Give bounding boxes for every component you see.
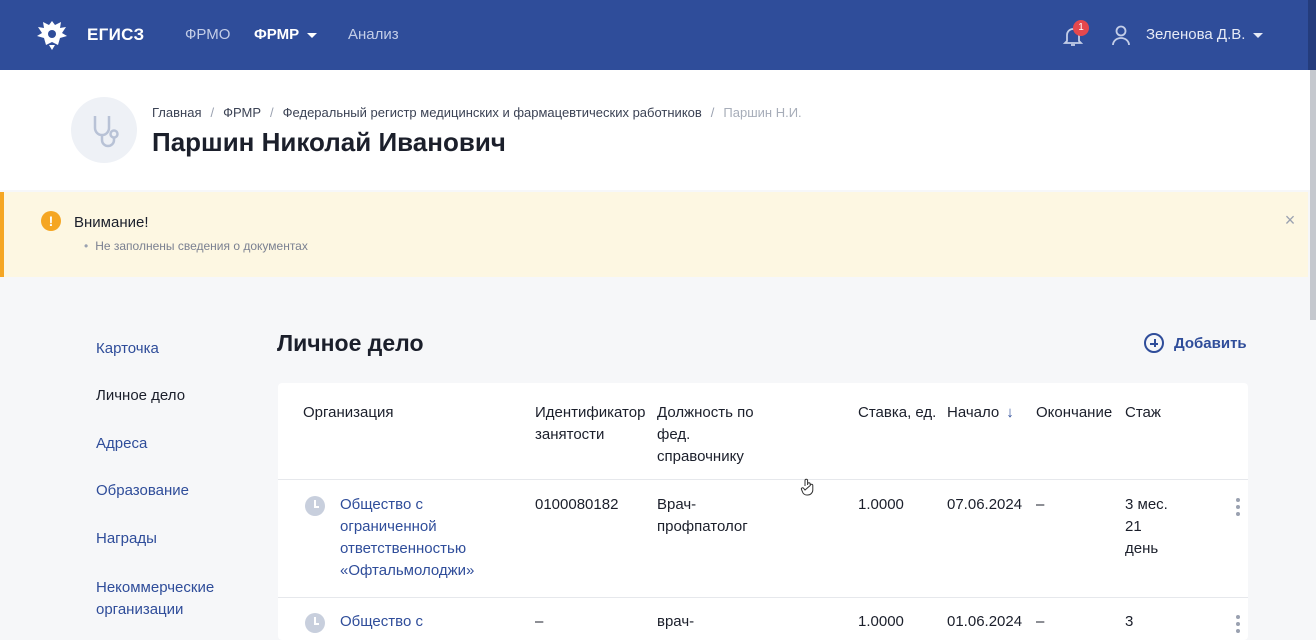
column-header-start[interactable]: Начало ↓ <box>947 402 1037 424</box>
breadcrumb-frmr[interactable]: ФРМР <box>223 105 261 120</box>
warning-item: Не заполнены сведения о документах <box>84 239 308 253</box>
page-header: Главная / ФРМР / Федеральный регистр медицин… <box>0 70 1310 190</box>
breadcrumb-separator: / <box>270 105 274 120</box>
breadcrumb-separator: / <box>710 105 715 120</box>
hand-cursor-icon <box>800 478 814 496</box>
organization-link[interactable]: Общество с ограниченной ответственностью… <box>340 494 515 582</box>
eagle-emblem-icon[interactable] <box>34 17 70 53</box>
warning-title: Внимание! <box>74 214 149 231</box>
column-header-employment-id[interactable]: Идентификатор занятости <box>535 402 655 446</box>
brand-title[interactable]: ЕГИСЗ <box>87 25 144 45</box>
column-header-rate[interactable]: Ставка, ед. <box>858 402 948 424</box>
start-date: 01.06.2024 <box>947 613 1023 630</box>
sidebar-item-addresses[interactable]: Адреса <box>96 435 147 452</box>
user-name-label: Зеленова Д.В. <box>1146 26 1246 43</box>
chevron-down-icon <box>1253 32 1264 38</box>
sidebar-item-nonprofit[interactable]: Некоммерческие организации <box>96 577 246 621</box>
personal-file-table: Организация Идентификатор занятости Долж… <box>278 383 1248 640</box>
user-menu[interactable]: Зеленова Д.В. <box>1146 26 1264 43</box>
nav-frmo[interactable]: ФРМО <box>185 26 230 43</box>
experience: 3 <box>1125 613 1134 630</box>
user-icon[interactable] <box>1110 24 1132 46</box>
sidebar-item-awards[interactable]: Награды <box>96 530 157 547</box>
row-divider <box>278 479 1248 480</box>
rate: 1.0000 <box>858 613 904 630</box>
exclamation-icon: ! <box>41 211 61 231</box>
nav-frmr-label: ФРМР <box>254 26 300 43</box>
breadcrumb-separator: / <box>210 105 215 120</box>
clock-icon <box>305 613 325 633</box>
clock-icon <box>305 496 325 516</box>
column-header-organization[interactable]: Организация <box>303 402 503 424</box>
breadcrumb: Главная / ФРМР / Федеральный регистр медицин… <box>152 105 802 120</box>
organization-link[interactable]: Общество с <box>340 611 515 633</box>
sidebar-item-card[interactable]: Карточка <box>96 340 159 357</box>
breadcrumb-registry[interactable]: Федеральный регистр медицинских и фармац… <box>283 105 702 120</box>
arrow-down-icon: ↓ <box>1006 404 1014 421</box>
column-header-position[interactable]: Должность по фед. справочнику <box>657 402 777 468</box>
breadcrumb-current: Паршин Н.И. <box>723 105 802 120</box>
column-header-start-label: Начало <box>947 404 1000 421</box>
section-title: Личное дело <box>277 330 424 356</box>
nav-frmr[interactable]: ФРМР <box>254 26 318 43</box>
rate: 1.0000 <box>858 496 904 513</box>
warning-banner: ! Внимание! Не заполнены сведения о доку… <box>0 192 1308 277</box>
sidebar-item-education[interactable]: Образование <box>96 482 189 499</box>
plus-circle-icon <box>1144 333 1164 353</box>
stethoscope-icon <box>93 116 119 148</box>
employment-id: 0100080182 <box>535 496 619 513</box>
more-vertical-icon[interactable] <box>1236 615 1240 633</box>
close-icon[interactable]: × <box>1282 211 1298 229</box>
avatar <box>71 97 137 163</box>
page-title: Паршин Николай Иванович <box>152 127 506 157</box>
add-button[interactable]: Добавить <box>1144 332 1247 354</box>
experience: 3 мес. 21 день <box>1125 496 1168 557</box>
end-date: – <box>1036 496 1045 513</box>
sidebar-item-personal-file[interactable]: Личное дело <box>96 387 185 404</box>
row-divider <box>278 597 1248 598</box>
scrollbar-thumb[interactable] <box>1310 70 1316 320</box>
start-date: 07.06.2024 <box>947 496 1023 513</box>
column-header-end[interactable]: Окончание <box>1036 402 1126 424</box>
chevron-down-icon <box>307 32 318 38</box>
employment-id: – <box>535 613 544 630</box>
nav-analysis[interactable]: Анализ <box>348 26 399 43</box>
position: врач- <box>657 613 695 630</box>
more-vertical-icon[interactable] <box>1236 498 1240 516</box>
position: Врач-профпатолог <box>657 496 748 535</box>
column-header-experience[interactable]: Стаж <box>1125 402 1185 424</box>
scrollbar-track <box>1308 0 1316 70</box>
add-button-label: Добавить <box>1174 334 1247 352</box>
notification-badge: 1 <box>1073 20 1089 36</box>
breadcrumb-home[interactable]: Главная <box>152 105 201 120</box>
end-date: – <box>1036 613 1045 630</box>
top-navigation-bar: ЕГИСЗ ФРМО ФРМР Анализ 1 Зеленова Д.В. <box>0 0 1316 70</box>
